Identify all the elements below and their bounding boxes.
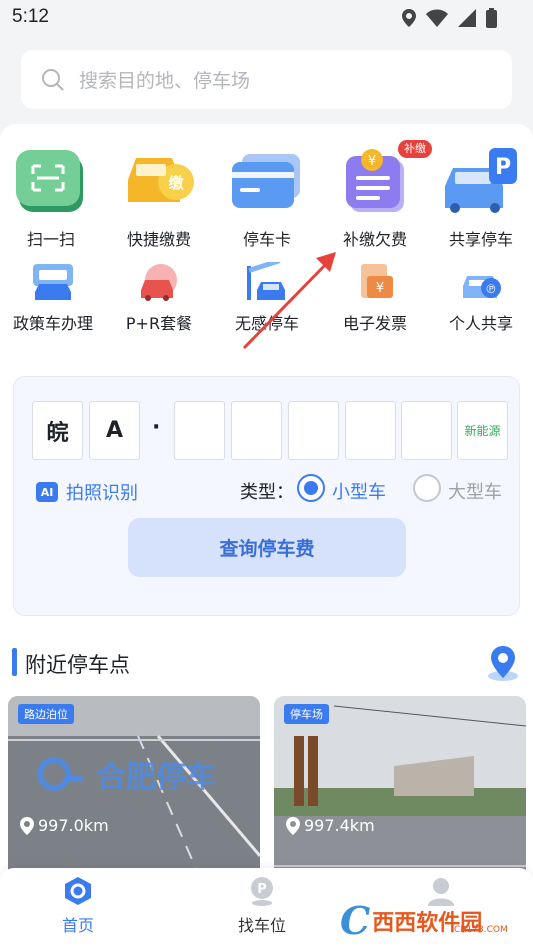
photo-recognition-label: 拍照识别 [66, 483, 138, 504]
status-icons [402, 8, 497, 28]
plate-cell-5[interactable] [288, 401, 339, 460]
service-shared-parking[interactable]: P 共享停车 [440, 146, 522, 250]
service-parking-card[interactable]: 停车卡 [226, 146, 308, 250]
status-time: 5:12 [12, 6, 49, 27]
svg-text:¥: ¥ [368, 154, 376, 169]
service-arrears-label: 补缴欠费 [342, 230, 407, 249]
wifi-icon [426, 9, 448, 27]
quick-pay-icon: 缴 [128, 158, 194, 202]
home-icon [65, 877, 91, 905]
search-placeholder: 搜索目的地、停车场 [79, 70, 251, 92]
hefei-parking-watermark: 合肥停车 [36, 752, 216, 796]
tab-home[interactable]: 首页 [62, 876, 94, 936]
hefei-parking-logo-icon [37, 757, 84, 791]
parking-card-2-tag: 停车场 [284, 704, 329, 724]
hefei-parking-watermark-text: 合肥停车 [96, 760, 216, 795]
location-pin-icon [20, 816, 34, 835]
tab-find-space-label: 找车位 [238, 916, 287, 935]
parking-card-1-distance-text: 997.0km [38, 816, 109, 835]
arrears-badge: 补缴 [398, 140, 432, 158]
service-shared-parking-label: 共享停车 [448, 230, 513, 249]
signal-icon [458, 9, 476, 27]
service-scan-label: 扫一扫 [26, 230, 75, 249]
plate-separator: · [152, 415, 161, 440]
find-parking-icon: P [251, 877, 273, 906]
policy-car-icon [33, 264, 73, 300]
parking-lot-photo [274, 696, 526, 896]
parking-card-icon [232, 154, 300, 208]
service-policy-car[interactable]: 政策车办理 [10, 262, 96, 334]
svg-text:¥: ¥ [376, 281, 384, 296]
large-car-label: 大型车 [448, 482, 502, 503]
svg-text:℗: ℗ [485, 282, 497, 296]
service-quick-pay[interactable]: 缴 快捷缴费 [118, 146, 200, 250]
photo-recognition-button[interactable]: AI 拍照识别 [36, 479, 138, 505]
svg-text:P: P [257, 882, 267, 897]
road-photo [8, 696, 260, 896]
small-car-label: 小型车 [332, 482, 386, 503]
plate-cell-letter[interactable]: A [89, 401, 140, 460]
service-quick-pay-label: 快捷缴费 [126, 230, 191, 249]
tab-find-space[interactable]: P 找车位 [238, 876, 286, 936]
scan-icon [16, 150, 83, 212]
parking-card-2[interactable]: 停车场 997.4km [274, 696, 526, 896]
parking-card-1[interactable]: 路边泊位 合肥停车 997.0km [8, 696, 260, 896]
shared-parking-icon: P [445, 148, 517, 213]
service-e-invoice[interactable]: ¥ 电子发票 [334, 262, 416, 334]
parking-card-1-tag: 路边泊位 [18, 704, 74, 724]
service-personal-share[interactable]: ℗ 个人共享 [440, 262, 522, 334]
service-pr-package-label: P+R套餐 [125, 314, 193, 333]
plate-panel: 皖 A · 新能源 AI 拍照识别 类型： 小型车 大型车 查询停车费 [13, 376, 520, 616]
service-pr-package[interactable]: P+R套餐 [118, 262, 200, 334]
svg-text:P: P [495, 155, 511, 180]
parking-card-2-distance-text: 997.4km [304, 816, 375, 835]
service-personal-share-label: 个人共享 [448, 314, 513, 333]
service-policy-car-label: 政策车办理 [12, 314, 93, 333]
map-location-icon[interactable] [486, 644, 520, 682]
location-pin-icon [286, 816, 300, 835]
parking-card-2-distance: 997.4km [286, 816, 375, 835]
svg-text:缴: 缴 [168, 174, 184, 192]
vehicle-type-label: 类型： [240, 482, 294, 503]
service-e-invoice-label: 电子发票 [342, 314, 407, 333]
watermark-logo-c: C [340, 898, 371, 943]
pr-package-icon [141, 264, 177, 301]
search-icon [42, 68, 64, 91]
small-car-radio[interactable] [297, 474, 325, 502]
annotation-arrow [242, 252, 336, 350]
ai-icon: AI [36, 482, 58, 502]
query-fee-button[interactable]: 查询停车费 [128, 518, 406, 577]
plate-cell-new-energy[interactable]: 新能源 [457, 401, 508, 460]
personal-share-icon: ℗ [463, 276, 501, 298]
plate-cell-3[interactable] [174, 401, 225, 460]
plate-cell-province[interactable]: 皖 [32, 401, 83, 460]
nearby-section-title: 附近停车点 [25, 653, 130, 677]
watermark-domain: CR173.COM [454, 925, 508, 935]
section-accent-bar [12, 648, 17, 676]
plate-cell-6[interactable] [345, 401, 396, 460]
plate-cell-4[interactable] [231, 401, 282, 460]
battery-icon [486, 8, 497, 28]
e-invoice-icon: ¥ [361, 264, 393, 298]
status-bar: 5:12 [0, 0, 533, 38]
tab-home-label: 首页 [62, 916, 95, 935]
service-arrears[interactable]: ¥ 补缴 补缴欠费 [334, 140, 432, 250]
plate-cell-7[interactable] [401, 401, 452, 460]
service-scan[interactable]: 扫一扫 [10, 146, 92, 250]
site-watermark: C 西西软件园 [340, 898, 482, 943]
parking-card-1-distance: 997.0km [20, 816, 109, 835]
large-car-radio[interactable] [413, 474, 441, 502]
search-input[interactable]: 搜索目的地、停车场 [21, 50, 512, 109]
location-icon [402, 9, 416, 27]
